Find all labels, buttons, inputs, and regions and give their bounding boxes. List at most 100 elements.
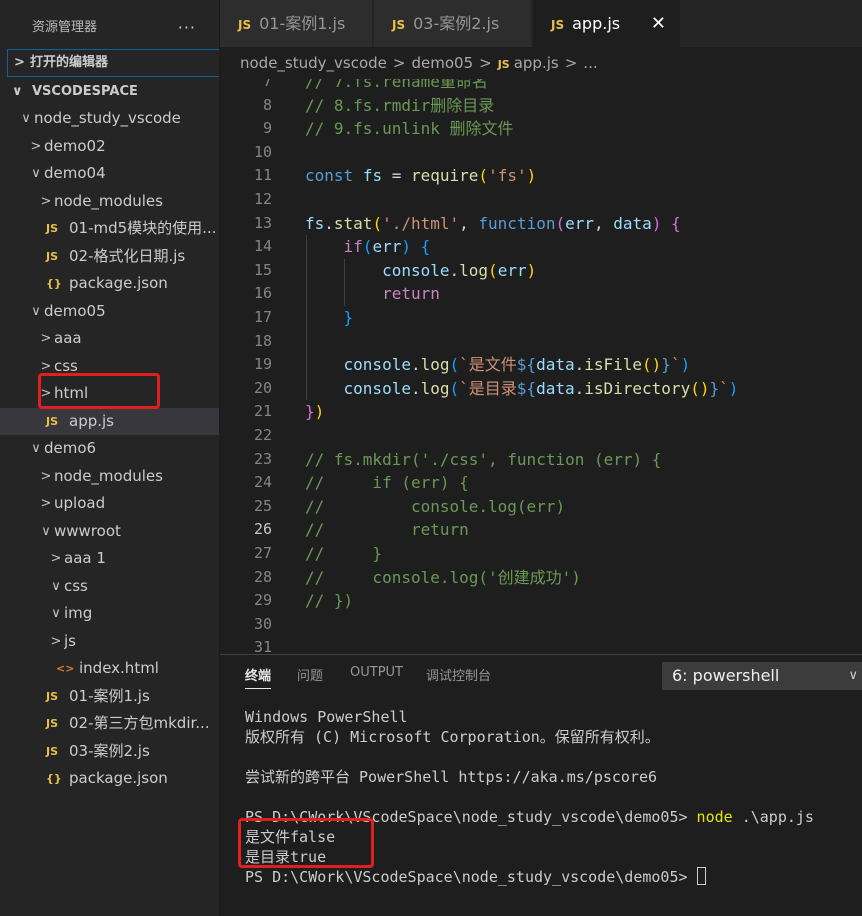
code-editor[interactable]: 7 // 7.fs.rename重命名 8 // 8.fs.rmdir删除目录 9 // … (220, 79, 862, 654)
tree-item[interactable]: JS 01-案例1.js (0, 683, 220, 711)
tree-item-label: demo02 (44, 136, 106, 155)
tree-item[interactable]: ∨ wwwroot (0, 518, 220, 546)
code-token: console (343, 355, 411, 375)
code-token: console (343, 378, 411, 398)
tab-label: 03-案例2.js (413, 14, 500, 33)
tab-label: 01-案例1.js (259, 14, 346, 33)
tree-item[interactable]: JS 01-md5模块的使用... (0, 215, 220, 243)
tree-item[interactable]: > upload (0, 490, 220, 518)
line-number: 23 (253, 449, 272, 468)
tree-item[interactable]: > node_modules (0, 463, 220, 491)
chevron-right-icon: > (40, 468, 52, 484)
chevron-down-icon: ∨ (31, 441, 41, 456)
code-text: }) (305, 400, 324, 424)
close-icon[interactable]: ✕ (651, 0, 666, 47)
more-actions-icon[interactable]: ··· (178, 0, 196, 56)
chevron-down-icon: ∨ (12, 84, 23, 99)
tree-item[interactable]: ∨ demo6 (0, 435, 220, 463)
tab-appjs[interactable]: JS app.js ✕ (533, 0, 681, 47)
tree-item[interactable]: > demo02 (0, 133, 220, 161)
breadcrumb-separator-icon: > (564, 54, 578, 72)
code-line: 9 // 9.fs.unlink 删除文件 (220, 117, 862, 141)
line-number: 26 (253, 520, 272, 539)
breadcrumb-item[interactable]: app.js (514, 54, 559, 72)
tree-item[interactable]: {} package.json (0, 765, 220, 793)
chevron-down-icon: ∨ (41, 523, 51, 539)
tree-item[interactable]: JS 02-格式化日期.js (0, 243, 220, 271)
tree-item[interactable]: > aaa 1 (0, 545, 220, 573)
code-token: ( (362, 237, 373, 257)
tree-item-label: index.html (79, 659, 159, 677)
breadcrumb-item[interactable]: demo05 (411, 54, 473, 72)
tree-item[interactable]: ∨ img (0, 600, 220, 628)
terminal-text: Windows PowerShell (245, 708, 408, 726)
code-line: 28 // console.log('创建成功') (220, 566, 862, 590)
code-token: . (324, 213, 334, 233)
code-token: if (343, 237, 363, 257)
annotation-highlight-terminal-output (238, 818, 374, 868)
panel-tab[interactable]: 问题 (297, 665, 323, 689)
code-line: 10 (220, 141, 862, 165)
panel-tab[interactable]: OUTPUT (350, 665, 403, 689)
code-token: // 8.fs.rmdir删除目录 (305, 95, 495, 115)
tree-item[interactable]: <> index.html (0, 655, 220, 683)
tree-item[interactable]: JS 02-第三方包mkdir... (0, 710, 220, 738)
code-text: if(err) { (305, 235, 431, 259)
breadcrumb-item[interactable]: ... (583, 54, 597, 72)
tree-item[interactable]: ∨ demo04 (0, 160, 220, 188)
code-token: . (574, 378, 585, 398)
tab-032js[interactable]: JS 03-案例2.js (374, 0, 532, 47)
chevron-right-icon: > (40, 331, 52, 346)
code-token: isDirectory (584, 378, 691, 398)
open-editors-section[interactable]: > 打开的编辑器 (7, 49, 220, 77)
code-text: console.log(err) (305, 259, 536, 283)
code-line: 25 // console.log(err) (220, 495, 862, 519)
terminal-text: 版权所有 (C) Microsoft Corporation。保留所有权利。 (245, 728, 660, 746)
code-token: ${ (516, 378, 537, 398)
tree-item[interactable]: > aaa (0, 325, 220, 353)
terminal-shell-select[interactable]: 6: powershell ∨ (662, 662, 862, 690)
terminal-command: node (696, 808, 733, 826)
tree-item-label: img (64, 604, 93, 622)
breadcrumb: node_study_vscode > demo05 > JS app.js >... (220, 47, 862, 79)
code-text: const fs = require('fs') (305, 164, 536, 188)
panel-tab[interactable]: 调试控制台 (426, 665, 491, 689)
line-number: 25 (253, 496, 272, 515)
tree-item-label: demo6 (44, 439, 97, 457)
line-number: 14 (253, 237, 272, 256)
tree-item[interactable]: ∨ node_study_vscode (0, 105, 220, 133)
tree-item[interactable]: > node_modules (0, 188, 220, 216)
code-token: ( (372, 213, 383, 233)
chevron-right-icon: > (40, 496, 52, 511)
code-line: 17 } (220, 306, 862, 330)
code-line: 13 fs.stat('./html', function(err, data) … (220, 212, 862, 236)
line-number: 9 (262, 119, 272, 138)
workspace-root-section[interactable]: ∨ VSCODESPACE (0, 78, 220, 106)
code-token: ) (651, 213, 662, 233)
breadcrumb-separator-icon: > (479, 54, 492, 72)
tree-item[interactable]: JS app.js (0, 407, 220, 435)
tree-item[interactable]: > js (0, 628, 220, 656)
line-number: 18 (253, 331, 272, 350)
code-token: fs (305, 213, 325, 233)
tree-item[interactable]: JS 03-案例2.js (0, 738, 220, 766)
breadcrumb-item[interactable]: node_study_vscode (240, 54, 387, 72)
tree-item[interactable]: ∨ css (0, 573, 220, 601)
code-token: log (420, 355, 450, 375)
code-token: ` (719, 378, 729, 398)
tree-item-label: aaa 1 (64, 549, 106, 567)
code-token: , (594, 213, 614, 233)
code-token: function (478, 213, 556, 233)
js-file-icon: JS (497, 58, 510, 71)
code-token: stat (333, 213, 373, 233)
tree-item[interactable]: ∨ demo05 (0, 298, 220, 326)
code-text: // console.log(err) (305, 495, 565, 519)
js-file-icon: JS (46, 414, 59, 428)
line-number: 20 (253, 378, 272, 397)
tab-011js[interactable]: JS 01-案例1.js (220, 0, 373, 47)
tree-item[interactable]: {} package.json (0, 270, 220, 298)
panel-tab[interactable]: 终端 (245, 665, 272, 689)
code-token: . (574, 355, 585, 375)
